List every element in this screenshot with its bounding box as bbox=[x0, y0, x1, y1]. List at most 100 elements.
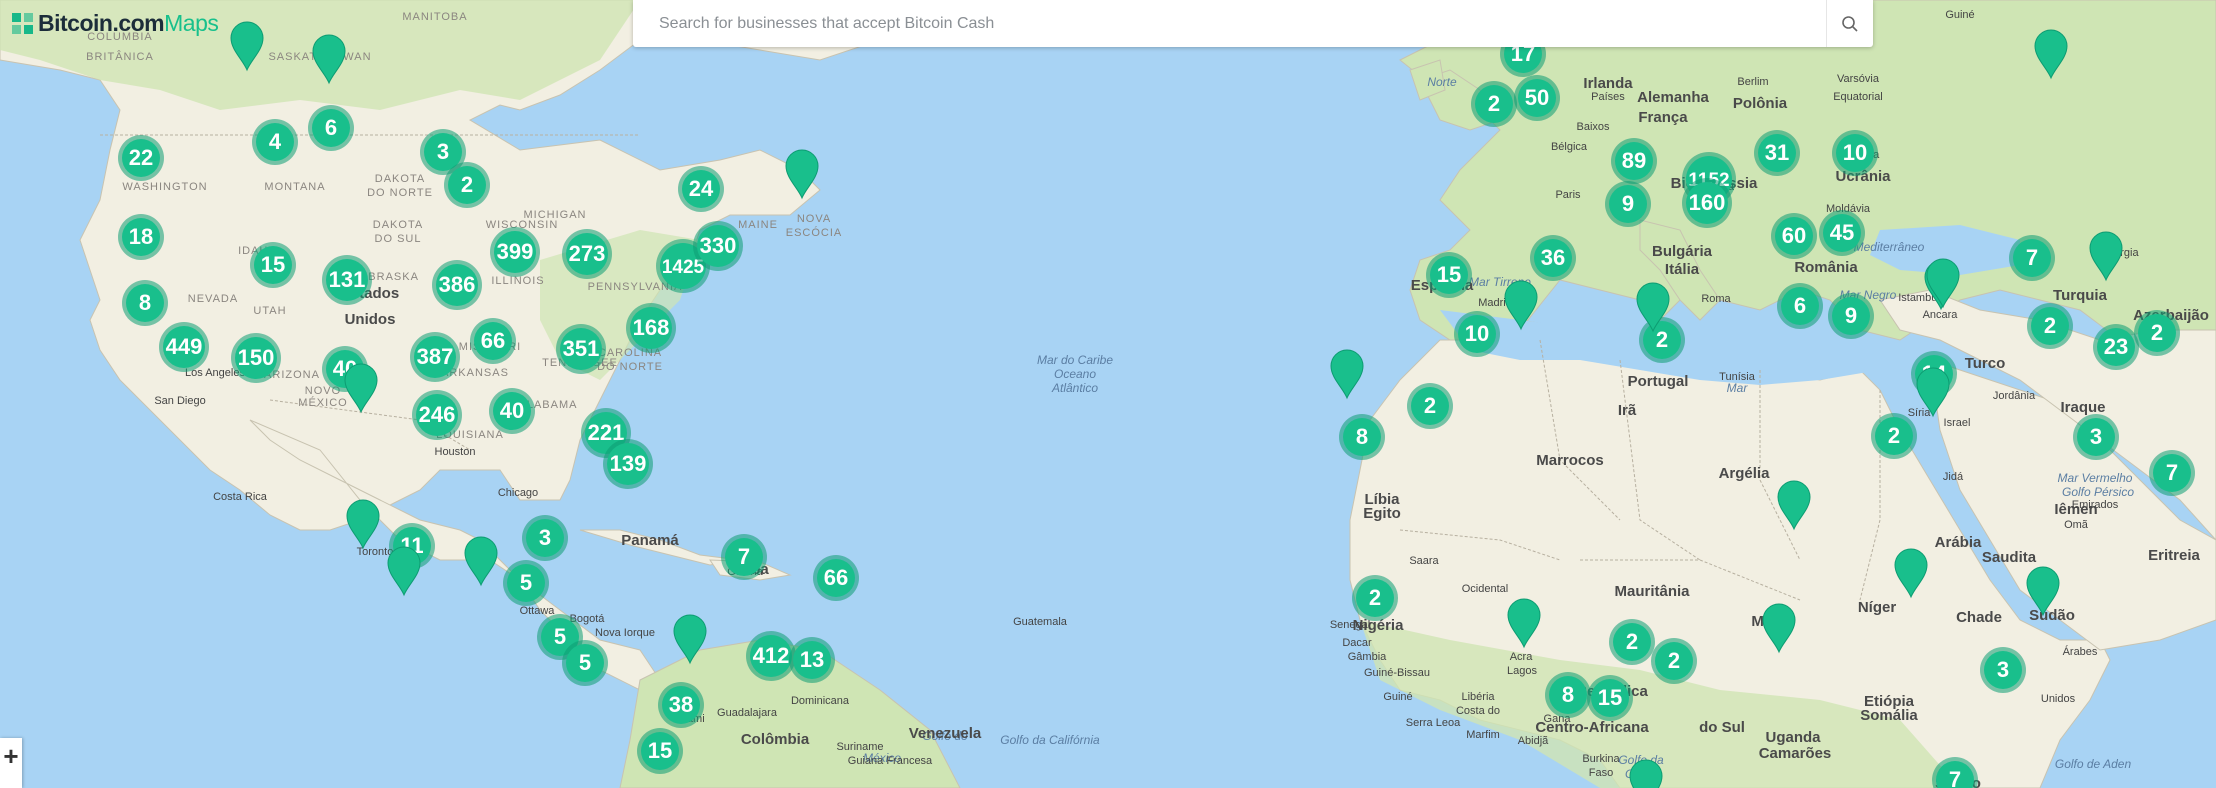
cluster-count: 412 bbox=[753, 643, 790, 668]
marker-cluster[interactable]: 150 bbox=[231, 333, 281, 383]
marker-cluster[interactable]: 2 bbox=[1871, 413, 1917, 459]
marker-cluster[interactable]: 36 bbox=[1530, 235, 1576, 281]
zoom-in-button[interactable]: + bbox=[0, 738, 22, 788]
map-label: DAKOTA bbox=[375, 173, 425, 185]
cluster-count: 3 bbox=[1997, 657, 2009, 682]
marker-cluster[interactable]: 160 bbox=[1682, 178, 1732, 228]
map-label: Serra Leoa bbox=[1406, 717, 1461, 729]
marker-cluster[interactable]: 9 bbox=[1605, 181, 1651, 227]
cluster-count: 6 bbox=[1794, 293, 1806, 318]
marker-cluster[interactable]: 22 bbox=[118, 135, 164, 181]
cluster-count: 15 bbox=[648, 738, 672, 763]
marker-cluster[interactable]: 4 bbox=[252, 119, 298, 165]
marker-cluster[interactable]: 13 bbox=[789, 637, 835, 683]
marker-cluster[interactable]: 2 bbox=[444, 162, 490, 208]
marker-cluster[interactable]: 5 bbox=[562, 640, 608, 686]
cluster-count: 387 bbox=[417, 344, 454, 369]
marker-cluster[interactable]: 3 bbox=[522, 515, 568, 561]
marker-cluster[interactable]: 66 bbox=[813, 555, 859, 601]
marker-cluster[interactable]: 3 bbox=[2073, 414, 2119, 460]
marker-cluster[interactable]: 89 bbox=[1611, 138, 1657, 184]
marker-cluster[interactable]: 15 bbox=[250, 242, 296, 288]
marker-cluster[interactable]: 66 bbox=[470, 318, 516, 364]
map-label: Venezuela bbox=[909, 725, 982, 742]
map-label: Egito bbox=[1363, 505, 1401, 522]
map-label: UTAH bbox=[253, 305, 286, 317]
cluster-count: 2 bbox=[1488, 91, 1500, 116]
marker-cluster[interactable]: 8 bbox=[122, 280, 168, 326]
marker-cluster[interactable]: 399 bbox=[490, 227, 540, 277]
cluster-count: 449 bbox=[166, 334, 203, 359]
marker-cluster[interactable]: 2 bbox=[1352, 575, 1398, 621]
marker-cluster[interactable]: 386 bbox=[432, 260, 482, 310]
map-label: Burkina bbox=[1582, 753, 1620, 765]
marker-cluster[interactable]: 8 bbox=[1545, 672, 1591, 718]
map-label: Eritreia bbox=[2148, 547, 2200, 564]
marker-cluster[interactable]: 8 bbox=[1339, 414, 1385, 460]
world-map[interactable]: MANITOBACOLUMBIABRITÂNICASASKATCHEWANWAS… bbox=[0, 0, 2216, 788]
map-label: Emirados bbox=[2072, 499, 2119, 511]
marker-cluster[interactable]: 449 bbox=[159, 322, 209, 372]
map-label: Jidá bbox=[1943, 471, 1964, 483]
map-label: Guatemala bbox=[1013, 616, 1068, 628]
marker-cluster[interactable]: 330 bbox=[693, 221, 743, 271]
marker-cluster[interactable]: 9 bbox=[1828, 293, 1874, 339]
marker-cluster[interactable]: 6 bbox=[1777, 283, 1823, 329]
map-label: Golfo da Califórnia bbox=[1000, 733, 1100, 747]
search-input[interactable] bbox=[657, 2, 1826, 45]
marker-cluster[interactable]: 2 bbox=[1639, 317, 1685, 363]
marker-cluster[interactable]: 273 bbox=[562, 229, 612, 279]
marker-cluster[interactable]: 246 bbox=[412, 390, 462, 440]
marker-cluster[interactable]: 139 bbox=[603, 439, 653, 489]
search-button[interactable] bbox=[1826, 0, 1873, 47]
marker-cluster[interactable]: 5 bbox=[503, 560, 549, 606]
marker-cluster[interactable]: 7 bbox=[2149, 450, 2195, 496]
marker-cluster[interactable]: 6 bbox=[308, 105, 354, 151]
map-label: Suriname bbox=[836, 741, 883, 753]
marker-cluster[interactable]: 60 bbox=[1771, 213, 1817, 259]
marker-cluster[interactable]: 10 bbox=[1832, 130, 1878, 176]
marker-cluster[interactable]: 168 bbox=[626, 303, 676, 353]
marker-cluster[interactable]: 2 bbox=[2134, 310, 2180, 356]
marker-cluster[interactable]: 2 bbox=[1471, 81, 1517, 127]
marker-cluster[interactable]: 45 bbox=[1819, 210, 1865, 256]
cluster-count: 23 bbox=[2104, 334, 2128, 359]
marker-cluster[interactable]: 2 bbox=[1651, 638, 1697, 684]
marker-cluster[interactable]: 7 bbox=[2009, 235, 2055, 281]
marker-cluster[interactable]: 18 bbox=[118, 214, 164, 260]
map-label: NOVA bbox=[797, 213, 831, 225]
map-label: Lagos bbox=[1507, 665, 1537, 677]
marker-cluster[interactable]: 2 bbox=[2027, 303, 2073, 349]
cluster-count: 160 bbox=[1689, 190, 1726, 215]
cluster-count: 15 bbox=[1437, 262, 1461, 287]
marker-cluster[interactable]: 351 bbox=[556, 324, 606, 374]
marker-cluster[interactable]: 387 bbox=[410, 332, 460, 382]
marker-cluster[interactable]: 3 bbox=[1980, 647, 2026, 693]
map-label: Berlim bbox=[1737, 76, 1768, 88]
cluster-count: 6 bbox=[325, 115, 337, 140]
cluster-count: 36 bbox=[1541, 245, 1565, 270]
marker-cluster[interactable]: 15 bbox=[1587, 675, 1633, 721]
marker-cluster[interactable]: 50 bbox=[1514, 75, 1560, 121]
cluster-count: 399 bbox=[497, 239, 534, 264]
location-pin-icon[interactable] bbox=[1629, 759, 1663, 788]
marker-cluster[interactable]: 412 bbox=[746, 631, 796, 681]
marker-cluster[interactable]: 15 bbox=[637, 728, 683, 774]
map-label: França bbox=[1638, 109, 1688, 126]
map-label: Mar do Caribe bbox=[1037, 353, 1113, 367]
marker-cluster[interactable]: 131 bbox=[322, 255, 372, 305]
marker-cluster[interactable]: 31 bbox=[1754, 130, 1800, 176]
bitcoin-com-maps-logo[interactable]: Bitcoin.com Maps bbox=[12, 10, 219, 37]
marker-cluster[interactable]: 23 bbox=[2093, 324, 2139, 370]
marker-cluster[interactable]: 7 bbox=[721, 534, 767, 580]
marker-cluster[interactable]: 2 bbox=[1609, 619, 1655, 665]
map-label: DO SUL bbox=[375, 233, 422, 245]
marker-cluster[interactable]: 40 bbox=[489, 388, 535, 434]
marker-cluster[interactable]: 24 bbox=[678, 166, 724, 212]
marker-cluster[interactable]: 38 bbox=[658, 682, 704, 728]
cluster-count: 18 bbox=[129, 224, 153, 249]
cluster-count: 66 bbox=[824, 565, 848, 590]
marker-cluster[interactable]: 15 bbox=[1426, 252, 1472, 298]
marker-cluster[interactable]: 2 bbox=[1407, 383, 1453, 429]
marker-cluster[interactable]: 10 bbox=[1454, 311, 1500, 357]
